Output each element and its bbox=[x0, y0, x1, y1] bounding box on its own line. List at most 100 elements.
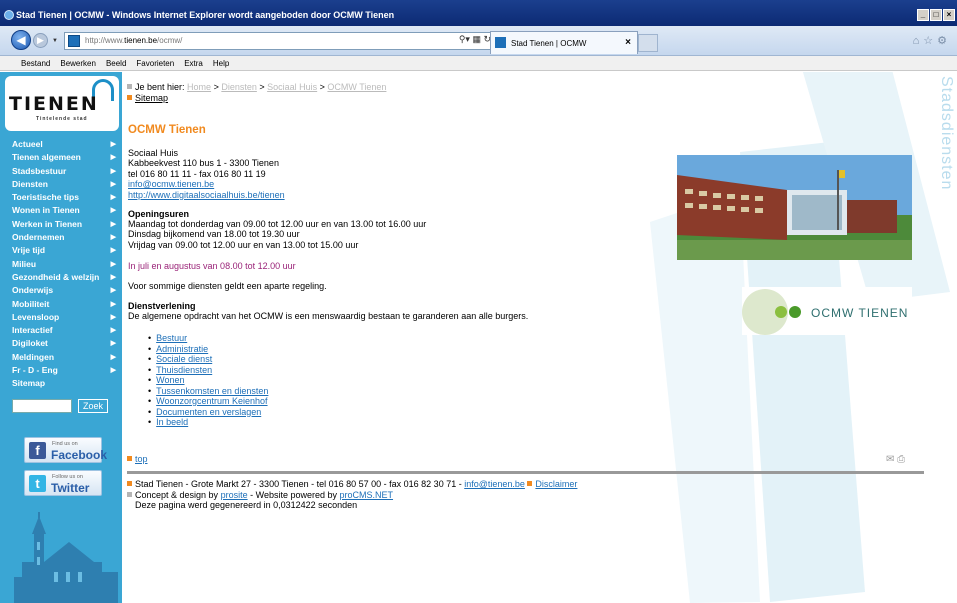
stadsdiensten-watermark: Stadsdiensten bbox=[938, 76, 955, 191]
services-title: Dienstverlening bbox=[128, 301, 196, 311]
prosite-link[interactable]: prosite bbox=[221, 490, 248, 500]
bullet-icon bbox=[127, 95, 132, 100]
tab-close-icon[interactable]: × bbox=[625, 37, 631, 48]
nav-item-milieu[interactable]: Milieu ▶ bbox=[0, 258, 122, 271]
services-text: De algemene opdracht van het OCMW is een… bbox=[128, 311, 529, 322]
new-tab-button[interactable] bbox=[638, 34, 658, 52]
browser-tools: ⌂☆⚙ bbox=[913, 34, 951, 47]
link-documenten[interactable]: Documenten en verslagen bbox=[156, 407, 261, 417]
address-tools[interactable]: ⚲▾ ▦ ↻ bbox=[459, 34, 491, 45]
bullet-icon bbox=[127, 491, 132, 497]
list-item: Sociale dienst bbox=[148, 354, 268, 365]
list-item: Administratie bbox=[148, 344, 268, 355]
forward-button[interactable]: ▶ bbox=[33, 33, 48, 48]
nav-item-interactief[interactable]: Interactief ▶ bbox=[0, 324, 122, 337]
favorites-star-icon[interactable]: ☆ bbox=[923, 35, 937, 47]
procms-link[interactable]: proCMS.NET bbox=[340, 490, 394, 500]
tab-stad-tienen[interactable]: Stad Tienen | OCMW × bbox=[490, 31, 638, 54]
nav-item-meldingen[interactable]: Meldingen ▶ bbox=[0, 351, 122, 364]
nav-item-werken[interactable]: Werken in Tienen ▶ bbox=[0, 218, 122, 231]
nav-item-levensloop[interactable]: Levensloop ▶ bbox=[0, 311, 122, 324]
nav-item-mobiliteit[interactable]: Mobiliteit ▶ bbox=[0, 298, 122, 311]
breadcrumb-diensten[interactable]: Diensten bbox=[221, 82, 257, 92]
tienen-logo[interactable]: TIENEN Tintelende stad bbox=[5, 76, 119, 131]
chevron-right-icon: ▶ bbox=[110, 353, 116, 361]
chevron-right-icon: ▶ bbox=[110, 180, 116, 188]
website-link[interactable]: http://www.digitaalsociaalhuis.be/tienen bbox=[128, 190, 285, 200]
nav-item-vrije-tijd[interactable]: Vrije tijd ▶ bbox=[0, 244, 122, 257]
breadcrumb-sociaal-huis[interactable]: Sociaal Huis bbox=[267, 82, 317, 92]
window-controls: _ □ × bbox=[917, 9, 955, 21]
list-item: Tussenkomsten en diensten bbox=[148, 386, 268, 397]
address-line: tel 016 80 11 11 - fax 016 80 11 19 bbox=[128, 168, 266, 179]
nav-item-toeristische-tips[interactable]: Toeristische tips ▶ bbox=[0, 191, 122, 204]
top-link[interactable]: top bbox=[135, 454, 148, 464]
chevron-right-icon: ▶ bbox=[110, 287, 116, 295]
menu-favorieten[interactable]: Favorieten bbox=[136, 59, 174, 68]
page-actions: ✉ ⎙ bbox=[886, 454, 905, 465]
background-decoration bbox=[650, 72, 950, 603]
chevron-right-icon: ▶ bbox=[110, 260, 116, 268]
gear-icon[interactable]: ⚙ bbox=[937, 35, 951, 47]
mail-icon[interactable]: ✉ bbox=[886, 454, 894, 465]
breadcrumb-ocmw-tienen[interactable]: OCMW Tienen bbox=[327, 82, 386, 92]
link-thuisdiensten[interactable]: Thuisdiensten bbox=[156, 365, 212, 375]
link-in-beeld[interactable]: In beeld bbox=[156, 417, 188, 427]
page-icon bbox=[68, 35, 80, 47]
link-wonen[interactable]: Wonen bbox=[156, 375, 184, 385]
services-section: Dienstverlening De algemene opdracht van… bbox=[128, 301, 528, 321]
nav-item-languages[interactable]: Fr - D - Eng ▶ bbox=[0, 364, 122, 377]
close-button[interactable]: × bbox=[943, 9, 955, 21]
address-url[interactable]: http://www.tienen.be/ocmw/ bbox=[85, 36, 182, 45]
print-icon[interactable]: ⎙ bbox=[897, 454, 905, 465]
nav-item-ondernemen[interactable]: Ondernemen ▶ bbox=[0, 231, 122, 244]
menu-help[interactable]: Help bbox=[213, 59, 229, 68]
address-bar[interactable]: http://www.tienen.be/ocmw/ ⚲▾ ▦ ↻ bbox=[64, 32, 494, 50]
chevron-right-icon: ▶ bbox=[110, 220, 116, 228]
nav-item-actueel[interactable]: Actueel ▶ bbox=[0, 138, 122, 151]
logo-dot bbox=[789, 306, 801, 318]
browser-navbar: ◀ ▶ ▼ http://www.tienen.be/ocmw/ ⚲▾ ▦ ↻ … bbox=[0, 26, 957, 56]
link-bestuur[interactable]: Bestuur bbox=[156, 333, 187, 343]
menu-extra[interactable]: Extra bbox=[184, 59, 203, 68]
search-button[interactable]: Zoek bbox=[78, 399, 108, 413]
nav-item-stadsbestuur[interactable]: Stadsbestuur ▶ bbox=[0, 165, 122, 178]
search-input[interactable] bbox=[12, 399, 72, 413]
menu-bestand[interactable]: Bestand bbox=[21, 59, 50, 68]
link-tussenkomsten[interactable]: Tussenkomsten en diensten bbox=[156, 386, 268, 396]
home-icon[interactable]: ⌂ bbox=[913, 35, 924, 47]
footer-address: Stad Tienen - Grote Markt 27 - 3300 Tien… bbox=[135, 479, 462, 489]
minimize-button[interactable]: _ bbox=[917, 9, 929, 21]
menu-beeld[interactable]: Beeld bbox=[106, 59, 126, 68]
menu-bewerken[interactable]: Bewerken bbox=[60, 59, 96, 68]
sitemap-link-row: Sitemap bbox=[127, 93, 168, 103]
email-link[interactable]: info@ocmw.tienen.be bbox=[128, 179, 214, 189]
nav-item-wonen[interactable]: Wonen in Tienen ▶ bbox=[0, 204, 122, 217]
facebook-button[interactable]: f Find us on Facebook bbox=[24, 437, 107, 463]
nav-item-diensten[interactable]: Diensten ▶ bbox=[0, 178, 122, 191]
maximize-button[interactable]: □ bbox=[930, 9, 942, 21]
nav-item-onderwijs[interactable]: Onderwijs ▶ bbox=[0, 284, 122, 297]
address-line: Sociaal Huis bbox=[128, 148, 179, 158]
chevron-right-icon: ▶ bbox=[110, 194, 116, 202]
link-administratie[interactable]: Administratie bbox=[156, 344, 208, 354]
opening-line: Maandag tot donderdag van 09.00 tot 12.0… bbox=[128, 219, 427, 230]
ie-icon bbox=[4, 10, 14, 20]
sitemap-link[interactable]: Sitemap bbox=[135, 93, 168, 103]
link-woonzorgcentrum[interactable]: Woonzorgcentrum Keienhof bbox=[156, 396, 267, 406]
link-sociale-dienst[interactable]: Sociale dienst bbox=[156, 354, 212, 364]
back-button[interactable]: ◀ bbox=[11, 30, 31, 50]
breadcrumb-home[interactable]: Home bbox=[187, 82, 211, 92]
twitter-button[interactable]: t Follow us on Twitter bbox=[24, 470, 102, 496]
list-item: Thuisdiensten bbox=[148, 365, 268, 376]
nav-item-gezondheid[interactable]: Gezondheid & welzijn ▶ bbox=[0, 271, 122, 284]
opening-line: Dinsdag bijkomend van 18.00 tot 19.30 uu… bbox=[128, 229, 300, 240]
nav-item-tienen-algemeen[interactable]: Tienen algemeen ▶ bbox=[0, 151, 122, 164]
nav-item-digiloket[interactable]: Digiloket ▶ bbox=[0, 337, 122, 350]
disclaimer-link[interactable]: Disclaimer bbox=[535, 479, 577, 489]
footer-email-link[interactable]: info@tienen.be bbox=[464, 479, 525, 489]
history-dropdown-icon[interactable]: ▼ bbox=[52, 38, 58, 44]
footer-divider bbox=[127, 471, 924, 474]
nav-item-sitemap[interactable]: Sitemap bbox=[0, 377, 122, 390]
ocmw-logo-text: OCMW TIENEN bbox=[811, 306, 909, 320]
